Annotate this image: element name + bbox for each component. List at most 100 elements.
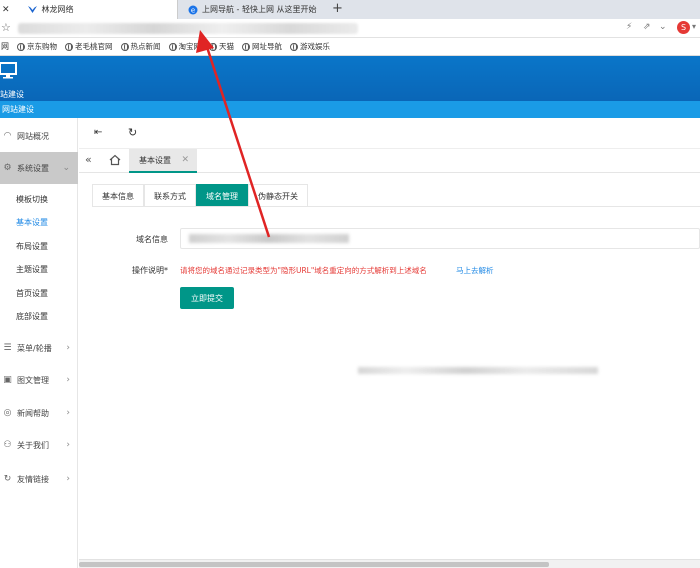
domain-label: 域名信息 [136, 235, 168, 244]
list-icon: ☰ [3, 342, 12, 353]
bookmark-label: 天猫 [219, 42, 234, 51]
sidebar-item-news[interactable]: ◎ 新闻帮助 › [0, 397, 78, 429]
close-icon[interactable]: ✕ [181, 155, 189, 165]
sidebar-subitem-theme[interactable]: 主题设置 [16, 264, 48, 275]
chevron-right-icon: › [66, 440, 70, 450]
collapse-sidebar-icon[interactable]: ⇤ [94, 127, 102, 138]
horizontal-scrollbar[interactable] [79, 559, 700, 568]
sidebar-item-label: 友情链接 [17, 474, 49, 484]
sidebar-item-label: 新闻帮助 [17, 408, 49, 418]
sidebar-item-about[interactable]: ⚇ 关于我们 › [0, 429, 78, 461]
browser-tab-2[interactable]: e 上网导航 - 轻快上网 从这里开始 [179, 0, 322, 19]
tab-basic-info[interactable]: 基本信息 [92, 184, 144, 207]
chevron-down-icon[interactable]: ⌄ [659, 22, 667, 32]
domain-input[interactable] [180, 228, 700, 249]
tab-contact[interactable]: 联系方式 [144, 184, 196, 207]
address-bar: ☆ ⚡ ⇗ ⌄ S ▾ [0, 19, 700, 38]
help-icon: ◎ [3, 407, 12, 418]
submit-button[interactable]: 立即提交 [180, 287, 234, 309]
browser-tab-1[interactable]: ✕ 林龙网络 [0, 0, 178, 19]
chevron-right-icon: › [66, 375, 70, 385]
tab-title: 上网导航 - 轻快上网 从这里开始 [202, 5, 317, 14]
sidebar-subitem-basic[interactable]: 基本设置 [16, 217, 48, 228]
resolve-link[interactable]: 马上去解析 [456, 265, 494, 276]
sidebar-item-menu[interactable]: ☰ 菜单/轮播 › [0, 332, 78, 364]
close-icon[interactable]: ✕ [2, 5, 10, 15]
bookmarks-bar: 网 京东购物 老毛桃官网 热点新闻 淘宝网 天猫 网址导航 游戏娱乐 [0, 38, 700, 56]
svg-text:e: e [191, 6, 195, 14]
new-tab-button[interactable]: + [332, 1, 343, 16]
settings-tabs: 基本信息 联系方式 域名管理 伪静态开关 [92, 184, 308, 207]
dropdown-icon[interactable]: ▾ [692, 22, 696, 31]
bookmark-label: 热点新闻 [130, 42, 161, 51]
logo-text: 站建设 [0, 90, 24, 99]
speedometer-icon: ◠ [3, 130, 12, 141]
gear-icon: ⚙ [3, 162, 12, 173]
url-input[interactable] [18, 23, 358, 34]
tab-rewrite[interactable]: 伪静态开关 [248, 184, 308, 207]
bookmark-fragment[interactable]: 网 [1, 41, 9, 52]
sogou-icon[interactable]: S [677, 21, 690, 34]
sidebar-item-label: 关于我们 [17, 440, 49, 450]
refresh-icon[interactable]: ↻ [128, 126, 137, 139]
globe-icon [120, 42, 129, 51]
main-toolbar: ⇤ ↻ [79, 118, 700, 148]
scroll-left-icon[interactable]: « [85, 153, 92, 166]
domain-value [189, 234, 349, 243]
bookmark-item[interactable]: 淘宝网 [168, 41, 202, 52]
lightning-icon[interactable]: ⚡ [626, 22, 632, 32]
sidebar-item-links[interactable]: ↻ 友情链接 › [0, 463, 78, 495]
globe-icon [168, 42, 177, 51]
bookmark-item[interactable]: 京东购物 [17, 41, 57, 52]
tab-domain[interactable]: 域名管理 [196, 184, 248, 207]
sidebar: ◠ 网站概况 ⚙ 系统设置 ⌄ 模板切换 基本设置 布局设置 主题设置 首页设置… [0, 118, 78, 568]
globe-icon [17, 42, 25, 51]
home-icon[interactable] [109, 154, 121, 166]
globe-icon [65, 42, 73, 51]
tab-basic-settings[interactable]: 基本设置 ✕ [129, 149, 197, 173]
bookmark-label: 京东购物 [27, 42, 57, 51]
bookmark-item[interactable]: 老毛桃官网 [65, 41, 113, 52]
sidebar-subitem-layout[interactable]: 布局设置 [16, 241, 48, 252]
sidebar-item-media[interactable]: ▣ 图文管理 › [0, 364, 78, 396]
tab-label: 基本设置 [139, 155, 171, 165]
sidebar-item-label: 网站概况 [17, 131, 49, 141]
sidebar-item-label: 系统设置 [17, 163, 49, 173]
tabs-divider [92, 206, 700, 207]
bookmark-label: 游戏娱乐 [300, 42, 330, 51]
linlong-logo-icon [27, 6, 37, 13]
bookmark-label: 老毛桃官网 [75, 42, 113, 51]
sidebar-item-label: 图文管理 [17, 375, 49, 385]
globe-icon [242, 42, 250, 51]
chevron-right-icon: › [66, 474, 70, 484]
monitor-icon [0, 62, 17, 79]
bookmark-item[interactable]: 热点新闻 [120, 41, 161, 52]
image-icon: ▣ [3, 374, 12, 385]
scrollbar-thumb[interactable] [79, 562, 549, 567]
tab-title: 林龙网络 [41, 5, 74, 14]
link-icon: ↻ [3, 473, 12, 484]
bookmark-item[interactable]: 网址导航 [242, 41, 282, 52]
bookmark-item[interactable]: 游戏娱乐 [290, 41, 330, 52]
share-icon[interactable]: ⇗ [643, 22, 651, 32]
sidebar-subitem-template[interactable]: 模板切换 [16, 194, 48, 205]
chevron-down-icon: ⌄ [62, 163, 70, 173]
chevron-right-icon: › [66, 408, 70, 418]
bookmark-label: 网址导航 [252, 42, 282, 51]
users-icon: ⚇ [3, 439, 12, 450]
sidebar-item-overview[interactable]: ◠ 网站概况 [0, 120, 78, 152]
help-label: 操作说明* [132, 266, 168, 275]
sidebar-item-system-settings[interactable]: ⚙ 系统设置 ⌄ [0, 152, 78, 184]
star-icon[interactable]: ☆ [1, 21, 11, 34]
bookmark-item[interactable]: 天猫 [209, 41, 234, 52]
browser-tab-bar: ✕ 林龙网络 e 上网导航 - 轻快上网 从这里开始 + [0, 0, 700, 19]
ie-browser-icon: e [188, 5, 198, 14]
globe-icon [209, 42, 217, 51]
sidebar-subitem-home[interactable]: 首页设置 [16, 288, 48, 299]
sidebar-subitem-footer[interactable]: 底部设置 [16, 311, 48, 322]
sidebar-item-label: 菜单/轮播 [17, 343, 52, 353]
bookmark-label: 淘宝网 [178, 42, 202, 51]
footer-text [358, 367, 598, 374]
subheader-title: 网站建设 [2, 105, 34, 114]
app-header: 站建设 [0, 56, 700, 101]
